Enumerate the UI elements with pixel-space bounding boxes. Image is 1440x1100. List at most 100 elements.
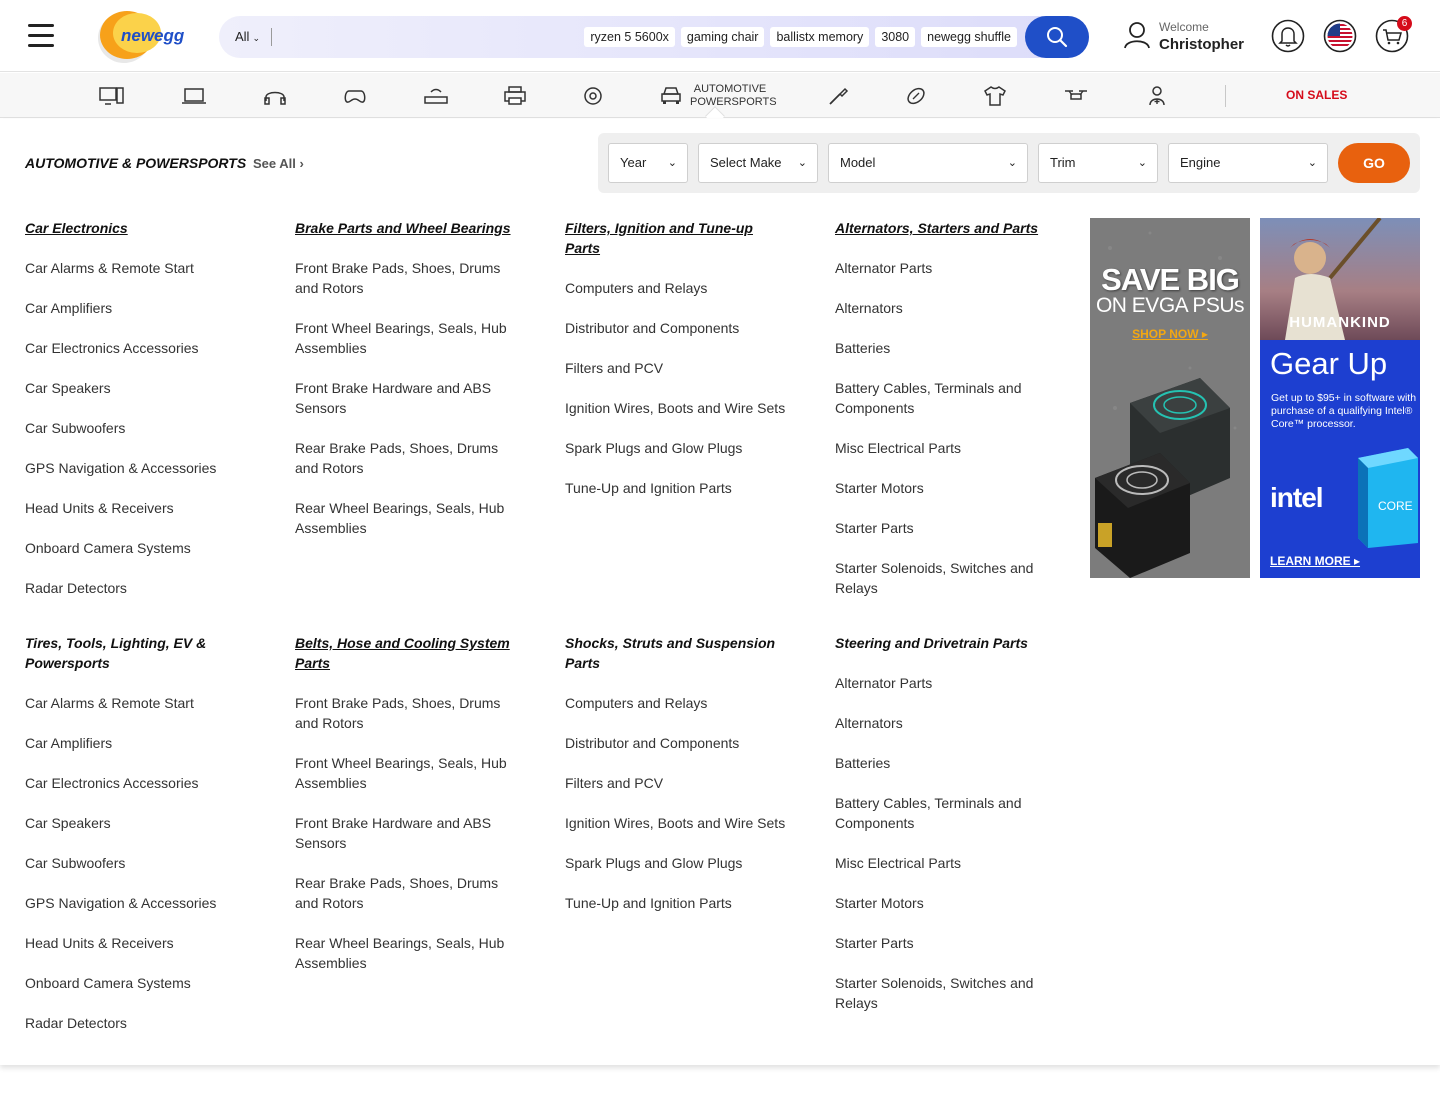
intel-ad-cta[interactable]: LEARN MORE ▸ [1270, 554, 1360, 568]
category-link[interactable]: GPS Navigation & Accessories [25, 458, 250, 478]
category-link[interactable]: Front Wheel Bearings, Seals, Hub Assembl… [295, 318, 520, 358]
column-heading-link[interactable]: Belts, Hose and Cooling System Parts [295, 633, 520, 673]
category-link[interactable]: Filters and PCV [565, 773, 790, 793]
category-link[interactable]: Rear Wheel Bearings, Seals, Hub Assembli… [295, 933, 520, 973]
go-button[interactable]: GO [1338, 143, 1410, 183]
category-disc-icon[interactable] [580, 85, 606, 107]
category-link[interactable]: Alternators [835, 298, 1060, 318]
category-link[interactable]: Filters and PCV [565, 358, 790, 378]
category-tshirt-icon[interactable] [982, 85, 1008, 107]
category-link[interactable]: Car Subwoofers [25, 853, 250, 873]
category-link[interactable]: Front Brake Pads, Shoes, Drums and Rotor… [295, 258, 520, 298]
category-link[interactable]: Radar Detectors [25, 578, 250, 598]
category-link[interactable]: Front Brake Hardware and ABS Sensors [295, 813, 520, 853]
account-menu[interactable]: Welcome Christopher [1122, 18, 1252, 58]
category-link[interactable]: Ignition Wires, Boots and Wire Sets [565, 398, 790, 418]
category-link[interactable]: Car Subwoofers [25, 418, 250, 438]
menu-icon[interactable] [28, 24, 54, 48]
search-button[interactable] [1025, 16, 1089, 58]
category-gamepad-icon[interactable] [342, 85, 368, 107]
category-link[interactable]: Starter Solenoids, Switches and Relays [835, 973, 1060, 1013]
see-all-link[interactable]: See All › [253, 156, 304, 171]
category-link[interactable]: Spark Plugs and Glow Plugs [565, 853, 790, 873]
category-printer-icon[interactable] [502, 85, 528, 107]
trim-select[interactable]: Trim ⌄ [1038, 143, 1158, 183]
category-link[interactable]: Rear Brake Pads, Shoes, Drums and Rotors [295, 873, 520, 913]
category-link[interactable]: Batteries [835, 753, 1060, 773]
category-router-icon[interactable] [423, 85, 449, 107]
search-chip[interactable]: gaming chair [680, 27, 765, 47]
category-link[interactable]: Misc Electrical Parts [835, 853, 1060, 873]
search-bar[interactable]: All ⌄ ryzen 5 5600x gaming chair ballistx… [219, 16, 1089, 58]
on-sales-link[interactable]: ON SALES [1286, 88, 1347, 102]
category-link[interactable]: Car Amplifiers [25, 298, 250, 318]
category-link[interactable]: Radar Detectors [25, 1013, 250, 1033]
category-link[interactable]: Onboard Camera Systems [25, 538, 250, 558]
category-link[interactable]: Head Units & Receivers [25, 933, 250, 953]
category-link[interactable]: Battery Cables, Terminals and Components [835, 793, 1060, 833]
category-link[interactable]: Alternator Parts [835, 258, 1060, 278]
category-link[interactable]: Car Amplifiers [25, 733, 250, 753]
category-link[interactable]: Tune-Up and Ignition Parts [565, 893, 790, 913]
category-link[interactable]: Starter Parts [835, 933, 1060, 953]
search-chip[interactable]: ryzen 5 5600x [584, 27, 675, 47]
notification-bell-icon[interactable] [1271, 19, 1305, 53]
category-link[interactable]: Battery Cables, Terminals and Components [835, 378, 1060, 418]
category-drone-icon[interactable] [1063, 85, 1089, 107]
column-heading-link[interactable]: Brake Parts and Wheel Bearings [295, 218, 520, 238]
column-heading-link[interactable]: Car Electronics [25, 218, 250, 238]
category-link[interactable]: Front Brake Pads, Shoes, Drums and Rotor… [295, 693, 520, 733]
category-medical-icon[interactable] [1144, 85, 1170, 107]
engine-select[interactable]: Engine ⌄ [1168, 143, 1328, 183]
category-link[interactable]: Head Units & Receivers [25, 498, 250, 518]
category-football-icon[interactable] [903, 85, 929, 107]
category-link[interactable]: Car Alarms & Remote Start [25, 258, 250, 278]
cart-button[interactable]: 6 [1375, 16, 1412, 53]
model-select[interactable]: Model ⌄ [828, 143, 1028, 183]
category-link[interactable]: Car Electronics Accessories [25, 338, 250, 358]
category-link[interactable]: Batteries [835, 338, 1060, 358]
search-chip[interactable]: newegg shuffle [921, 27, 1017, 47]
category-tools-icon[interactable] [825, 85, 851, 107]
intel-ad-banner[interactable]: HUMANKIND Gear Up Get up to $95+ in soft… [1260, 218, 1420, 578]
category-link[interactable]: Alternators [835, 713, 1060, 733]
evga-ad-cta[interactable]: SHOP NOW ▸ [1090, 327, 1250, 341]
us-flag-icon[interactable] [1323, 19, 1357, 53]
category-link[interactable]: Starter Motors [835, 893, 1060, 913]
category-link[interactable]: Rear Brake Pads, Shoes, Drums and Rotors [295, 438, 520, 478]
make-select[interactable]: Select Make ⌄ [698, 143, 818, 183]
category-link[interactable]: GPS Navigation & Accessories [25, 893, 250, 913]
category-link[interactable]: Computers and Relays [565, 693, 790, 713]
year-select[interactable]: Year ⌄ [608, 143, 688, 183]
category-link[interactable]: Rear Wheel Bearings, Seals, Hub Assembli… [295, 498, 520, 538]
category-link[interactable]: Starter Parts [835, 518, 1060, 538]
category-link[interactable]: Starter Motors [835, 478, 1060, 498]
category-link[interactable]: Computers and Relays [565, 278, 790, 298]
category-link[interactable]: Front Brake Hardware and ABS Sensors [295, 378, 520, 418]
search-category-select[interactable]: All ⌄ [235, 16, 260, 58]
category-link[interactable]: Starter Solenoids, Switches and Relays [835, 558, 1060, 598]
category-desktop-icon[interactable] [99, 85, 125, 107]
column-heading-link[interactable]: Shocks, Struts and Suspension Parts [565, 633, 790, 673]
category-link[interactable]: Misc Electrical Parts [835, 438, 1060, 458]
column-heading-link[interactable]: Filters, Ignition and Tune-up Parts [565, 218, 790, 258]
search-chip[interactable]: ballistx memory [770, 27, 870, 47]
category-link[interactable]: Alternator Parts [835, 673, 1060, 693]
search-chip[interactable]: 3080 [875, 27, 916, 47]
category-link[interactable]: Distributor and Components [565, 318, 790, 338]
category-link[interactable]: Tune-Up and Ignition Parts [565, 478, 790, 498]
category-link[interactable]: Onboard Camera Systems [25, 973, 250, 993]
category-laptop-icon[interactable] [181, 85, 207, 107]
evga-ad-banner[interactable]: SAVE BIG ON EVGA PSUs SHOP NOW ▸ [1090, 218, 1250, 578]
newegg-logo[interactable]: newegg [84, 8, 190, 64]
category-link[interactable]: Front Wheel Bearings, Seals, Hub Assembl… [295, 753, 520, 793]
category-link[interactable]: Car Speakers [25, 813, 250, 833]
category-link[interactable]: Spark Plugs and Glow Plugs [565, 438, 790, 458]
category-link[interactable]: Ignition Wires, Boots and Wire Sets [565, 813, 790, 833]
column-heading-link[interactable]: Alternators, Starters and Parts [835, 218, 1060, 238]
category-link[interactable]: Car Alarms & Remote Start [25, 693, 250, 713]
column-heading-link[interactable]: Tires, Tools, Lighting, EV & Powersports [25, 633, 250, 673]
category-link[interactable]: Distributor and Components [565, 733, 790, 753]
column-heading-link[interactable]: Steering and Drivetrain Parts [835, 633, 1060, 653]
category-headphones-icon[interactable] [262, 85, 288, 107]
